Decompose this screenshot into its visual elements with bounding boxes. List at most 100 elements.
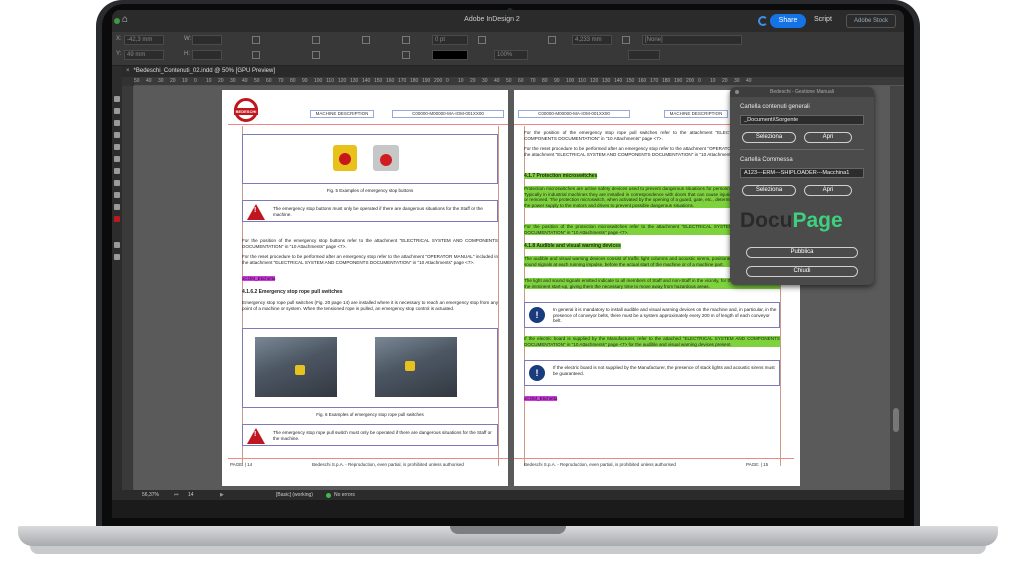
ruler-tick: 200 [686, 78, 695, 84]
y-field[interactable]: 49 mm [124, 50, 164, 60]
rectangle-tool-icon[interactable] [114, 204, 120, 210]
screen: ⌂ Adobe InDesign 2 Share Script Adobe St… [112, 10, 904, 518]
corner-size-field[interactable]: 4,233 mm [572, 35, 612, 45]
ruler-tick: 190 [422, 78, 431, 84]
paragraph-7: If the electric board is supplied by the… [524, 336, 780, 348]
zoom-tool-icon[interactable] [114, 254, 120, 260]
next-page-icon[interactable]: ▶ [220, 490, 224, 500]
ruler-tick: 70 [530, 78, 536, 84]
type-tool-icon[interactable] [114, 144, 120, 150]
gestione-manuali-panel: Bedeschi - Gestione Manuali Cartella con… [730, 87, 874, 285]
opacity-field[interactable]: 100% [494, 50, 528, 60]
ruler-tick: 180 [662, 78, 671, 84]
order-folder-field[interactable]: A123---ERM---SHIPLOADER---Macchina1 [740, 168, 864, 178]
control-panel: X: -42,3 mm Y: 49 mm W: H: 0 pt 100% 4,2… [112, 32, 904, 66]
emergency-button-yellow-image [333, 145, 357, 171]
first-page-icon[interactable]: ⏮ [174, 490, 179, 500]
rectangle-frame-tool-icon[interactable] [114, 192, 120, 198]
page-14[interactable]: BEDESCHI MACHINE DESCRIPTION C00000-M000… [222, 90, 508, 486]
open-order-folder-button[interactable]: Apri [804, 185, 852, 196]
object-style-select[interactable]: [None] [642, 35, 742, 45]
hand-tool-icon[interactable] [114, 242, 120, 248]
page-tool-icon[interactable] [114, 120, 120, 126]
figure-6-frame[interactable] [242, 328, 498, 408]
figure-5-frame[interactable] [242, 134, 498, 184]
ruler-tick: 50 [134, 78, 140, 84]
pen-tool-icon[interactable] [114, 168, 120, 174]
document-tab[interactable]: × *Bedeschi_Contenuti_02.indd @ 50% [GPU … [122, 66, 904, 77]
ruler-tick: 20 [218, 78, 224, 84]
content-folder-field[interactable]: _Documenti\Sorgente [740, 115, 864, 125]
info-box-1: ! In general it is mandatory to install … [524, 302, 780, 328]
vertical-ruler[interactable] [122, 86, 134, 490]
open-content-folder-button[interactable]: Apri [804, 132, 852, 143]
line-tool-icon[interactable] [114, 156, 120, 162]
horizontal-ruler[interactable]: 50 40 30 20 10 0 10 20 30 40 50 60 70 80 90 100 110 120 13… [134, 77, 904, 86]
ruler-tick: 40 [146, 78, 152, 84]
info-text-1: In general it is mandatory to install au… [553, 307, 777, 324]
fill-stroke-icon[interactable] [114, 216, 120, 222]
ruler-tick: 30 [158, 78, 164, 84]
script-menu[interactable]: Script [814, 16, 832, 23]
home-icon[interactable]: ⌂ [122, 15, 132, 25]
section-heading-1: 4.1.7 Protection microswitches [524, 173, 598, 179]
panel-title[interactable]: Bedeschi - Gestione Manuali [730, 87, 874, 97]
warning-box-2: The emergency stop rope pull switch must… [242, 424, 498, 446]
ruler-tick: 0 [698, 78, 701, 84]
footer-line [228, 458, 508, 459]
flip-icon[interactable] [312, 36, 320, 44]
ruler-tick: 110 [326, 78, 334, 84]
object-style-icon[interactable] [622, 36, 630, 44]
adobe-stock-search[interactable]: Adobe Stock [846, 14, 896, 28]
window-dot-icon[interactable] [114, 18, 120, 24]
corner-shape-select[interactable] [628, 50, 660, 60]
docupage-logo: DocuPage [740, 209, 843, 232]
pencil-tool-icon[interactable] [114, 180, 120, 186]
header-code: C00000-M00000-MA-IOM-001XX00 [392, 110, 504, 118]
ruler-tick: 100 [314, 78, 323, 84]
warning-text-1: The emergency stop buttons must only be … [273, 206, 483, 217]
text-wrap-icon[interactable] [548, 36, 556, 44]
w-field[interactable] [192, 35, 222, 45]
share-button[interactable]: Share [770, 14, 806, 28]
ruler-tick: 20 [722, 78, 728, 84]
h-field[interactable] [192, 50, 222, 60]
fill-swatch-icon[interactable] [402, 36, 410, 44]
page-number-field[interactable]: 14 [188, 490, 194, 500]
close-panel-icon[interactable] [735, 90, 739, 94]
scrollbar-thumb[interactable] [893, 408, 899, 432]
stage: ⌂ Adobe InDesign 2 Share Script Adobe St… [0, 0, 1016, 572]
ruler-tick: 140 [362, 78, 371, 84]
stroke-type-select[interactable] [432, 50, 468, 60]
shear-icon[interactable] [252, 51, 260, 59]
warning-triangle-icon [247, 204, 265, 220]
x-field[interactable]: -42,3 mm [124, 35, 164, 45]
frame-fitting-icon[interactable] [478, 36, 486, 44]
select-order-folder-button[interactable]: Seleziona [742, 185, 796, 196]
select-content-folder-button[interactable]: Seleziona [742, 132, 796, 143]
close-tab-icon[interactable]: × [126, 68, 130, 74]
gap-tool-icon[interactable] [114, 132, 120, 138]
stroke-weight-field[interactable]: 0 pt [432, 35, 468, 45]
w-label: W: [184, 36, 192, 42]
vertical-scrollbar[interactable] [890, 86, 904, 490]
ruler-tick: 70 [278, 78, 284, 84]
zoom-level[interactable]: 56,37% [142, 490, 159, 500]
ruler-tick: 40 [746, 78, 752, 84]
ruler-tick: 50 [254, 78, 260, 84]
ruler-tick: 200 [434, 78, 443, 84]
preflight-profile[interactable]: [Basic] (working) [276, 490, 313, 500]
x-label: X: [116, 36, 122, 42]
stroke-swatch-icon[interactable] [402, 51, 410, 59]
select-container-icon[interactable] [312, 51, 320, 59]
direct-selection-tool-icon[interactable] [114, 108, 120, 114]
close-button[interactable]: Chiudi [746, 266, 858, 277]
rotate-icon[interactable] [252, 36, 260, 44]
selection-tool-icon[interactable] [114, 96, 120, 102]
reference-point-icon[interactable] [362, 36, 370, 44]
preflight-errors[interactable]: No errors [334, 490, 355, 500]
ruler-tick: 180 [410, 78, 419, 84]
info-text-2: If the electric board is not supplied by… [553, 365, 775, 376]
publish-button[interactable]: Pubblica [746, 247, 858, 258]
ruler-tick: 60 [518, 78, 524, 84]
